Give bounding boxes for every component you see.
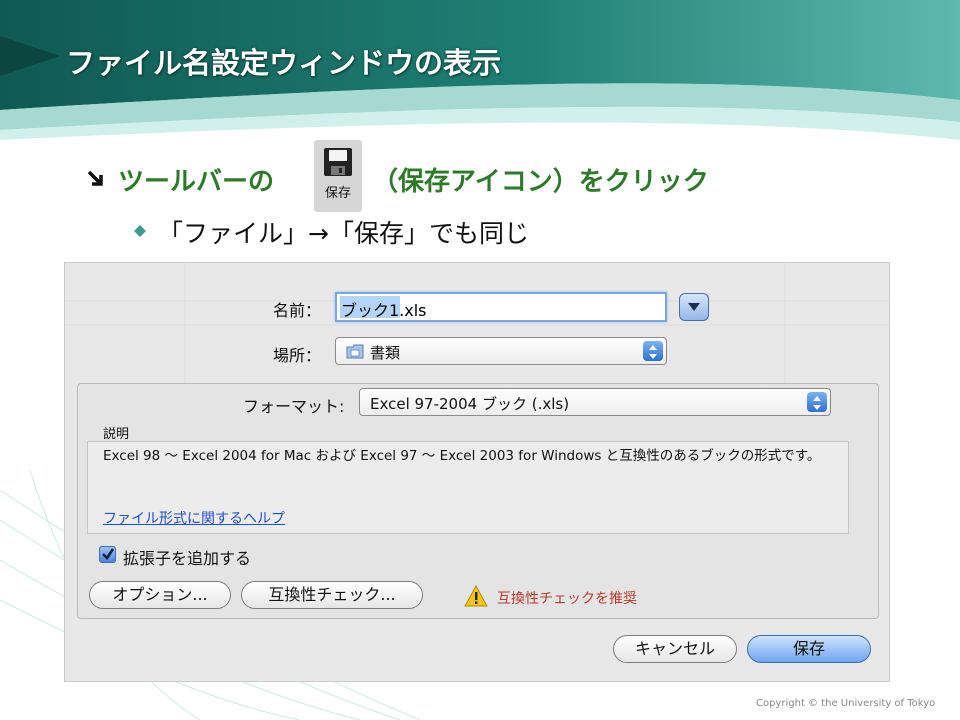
filename-input[interactable]: ブック1.xls bbox=[335, 292, 667, 322]
compatibility-warning-text: 互換性チェックを推奨 bbox=[497, 591, 637, 607]
bullet1-text-continued: （保存アイコン）をクリック bbox=[372, 167, 709, 197]
format-label: フォーマット: bbox=[243, 397, 345, 416]
cancel-button[interactable]: キャンセル bbox=[613, 635, 737, 663]
options-button[interactable]: オプション... bbox=[89, 581, 231, 609]
description-label: 説明 bbox=[103, 427, 130, 442]
save-toolbar-button[interactable]: 保存 bbox=[314, 140, 362, 212]
popup-stepper-icon bbox=[643, 341, 663, 361]
add-extension-label: 拡張子を追加する bbox=[123, 549, 252, 568]
dialog-background-pattern bbox=[65, 263, 889, 383]
folder-icon bbox=[346, 344, 364, 359]
location-popup[interactable]: 書類 bbox=[335, 337, 667, 365]
save-floppy-icon bbox=[324, 148, 352, 176]
copyright-text: Copyright © the University of Tokyo bbox=[756, 698, 936, 709]
diamond-bullet-icon bbox=[134, 225, 146, 237]
popup-stepper-icon bbox=[807, 392, 827, 412]
compatibility-check-button[interactable]: 互換性チェック... bbox=[241, 581, 423, 609]
slide-title: ファイル名設定ウィンドウの表示 bbox=[66, 46, 502, 80]
name-label: 名前： bbox=[273, 301, 322, 320]
save-icon-label: 保存 bbox=[324, 186, 351, 201]
save-button[interactable]: 保存 bbox=[747, 635, 871, 663]
format-popup[interactable]: Excel 97-2004 ブック (.xls) bbox=[359, 388, 831, 416]
location-label: 場所： bbox=[273, 346, 322, 365]
bullet2-text: 「ファイル」→「保存」でも同じ bbox=[158, 219, 529, 248]
bullet1-text: ツールバーの bbox=[118, 167, 275, 197]
add-extension-checkbox[interactable] bbox=[99, 546, 116, 563]
expand-arrow-icon bbox=[688, 303, 700, 311]
expand-dialog-button[interactable] bbox=[679, 293, 709, 321]
slide-bullet-arrow-icon bbox=[87, 170, 103, 186]
description-text: Excel 98 〜 Excel 2004 for Mac および Excel … bbox=[103, 448, 821, 464]
location-value: 書類 bbox=[370, 344, 401, 362]
checkmark-icon bbox=[102, 548, 115, 560]
warning-icon bbox=[464, 585, 488, 607]
format-help-link[interactable]: ファイル形式に関するヘルプ bbox=[103, 508, 285, 528]
format-value: Excel 97-2004 ブック (.xls) bbox=[370, 395, 570, 413]
save-dialog: 名前： ブック1.xls 場所： 書類 フォーマット: Excel 97-200… bbox=[64, 262, 890, 682]
filename-value: ブック1.xls bbox=[341, 301, 427, 320]
